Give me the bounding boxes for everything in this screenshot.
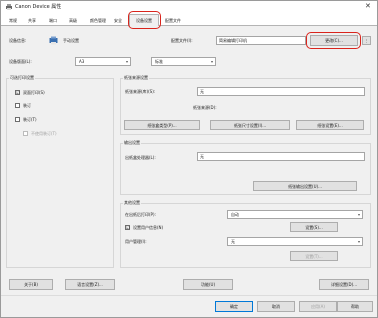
window-title: Canon Device 属性: [15, 4, 62, 10]
paper-source-tray-label: 纸张来源(D):: [193, 105, 217, 110]
duplex-checkbox[interactable]: ☑: [15, 90, 20, 95]
duplex-label: 双面打印(S): [23, 90, 45, 95]
device-size-select[interactable]: A3 ▾: [75, 57, 131, 66]
tab-divider: [1, 25, 377, 26]
other-settings-title: 其他设置: [123, 200, 141, 206]
paper-source-field[interactable]: 无: [197, 87, 365, 96]
paper-settings-button[interactable]: 纸张设置(E)...: [296, 120, 364, 130]
user-management-label: 用户管理(I):: [125, 239, 147, 244]
detailed-settings-button[interactable]: 详细设置(D)...: [319, 279, 369, 290]
chevron-down-icon: ▾: [357, 212, 360, 217]
paper-source-label: 纸张来源(库)(S):: [125, 89, 156, 94]
no-staple-checkbox[interactable]: [23, 131, 28, 136]
chevron-down-icon: ▾: [210, 59, 213, 64]
help-button[interactable]: 帮助: [337, 301, 373, 312]
user-management-value: 无: [231, 239, 235, 244]
user-info-checkbox[interactable]: ☑: [125, 225, 130, 230]
auto-label: 在出纸后打印(P):: [125, 212, 156, 217]
no-staple-label: 不使用装订(T): [31, 131, 57, 136]
cancel-button[interactable]: 取消: [257, 301, 295, 312]
tab-highlight: [128, 11, 161, 29]
tab-ports[interactable]: 端口: [46, 16, 60, 25]
chevron-down-icon: ▾: [125, 59, 128, 64]
tab-general[interactable]: 常规: [6, 16, 20, 25]
printer-icon: [6, 4, 12, 10]
output-tray-field[interactable]: 无: [197, 152, 365, 161]
tray-checkbox[interactable]: [15, 117, 20, 122]
divider: [1, 295, 377, 296]
paper-type-button[interactable]: 纸张盒类型(P)...: [124, 120, 200, 130]
auto-select[interactable]: 自动 ▾: [227, 210, 363, 219]
user-management-select[interactable]: 无 ▾: [227, 237, 363, 246]
profile-menu-button[interactable]: ⋮: [362, 36, 371, 45]
output-settings-title: 输出设置: [123, 140, 141, 146]
device-size-value: A3: [79, 59, 85, 64]
features-button[interactable]: 功能(U): [183, 279, 233, 290]
chevron-down-icon: ▾: [357, 239, 360, 244]
properties-dialog: Canon Device 属性 ✕ 常规 共享 端口 高级 颜色管理 安全 设备…: [0, 0, 378, 318]
ok-button[interactable]: 确定: [215, 301, 253, 312]
apply-button[interactable]: 应用(A): [299, 301, 337, 312]
paper-source-title: 纸张来源设置: [123, 75, 149, 81]
tab-advanced[interactable]: 高级: [66, 16, 80, 25]
tray-label: 装订(T): [23, 117, 37, 122]
device-size-label: 设备版面(L):: [9, 59, 32, 64]
paper-size-button[interactable]: 纸张尺寸设置(I)...: [210, 120, 290, 130]
manual-settings-icon: [49, 36, 58, 45]
device-size2-select[interactable]: 标准 ▾: [151, 57, 216, 66]
profile-label: 配置文件(I):: [171, 38, 193, 43]
tab-profile[interactable]: 配置文件: [161, 16, 185, 25]
user-info-settings-button[interactable]: 设置(S)...: [290, 222, 338, 232]
device-size2-value: 标准: [155, 59, 163, 64]
about-button[interactable]: 关于(B): [9, 279, 53, 290]
tab-color-management[interactable]: 颜色管理: [87, 16, 109, 25]
tab-security[interactable]: 安全: [111, 16, 125, 25]
profile-field[interactable]: 简易编辑打印机: [216, 36, 306, 45]
staple-label: 装订: [23, 103, 31, 108]
device-info-label: 设备信息:: [9, 38, 27, 43]
output-tray-label: 出纸盒处理器(L):: [125, 155, 156, 160]
user-info-label: 设置用户信息(N): [133, 225, 164, 230]
tab-sharing[interactable]: 共享: [25, 16, 39, 25]
output-settings-button[interactable]: 纸张输出设置(U)...: [253, 181, 357, 191]
language-settings-button[interactable]: 语言设置(Z)...: [65, 279, 115, 290]
manual-settings-label: 手动设置: [63, 38, 79, 43]
close-icon[interactable]: ✕: [365, 2, 371, 10]
user-management-settings-button[interactable]: 设置(T)...: [290, 251, 338, 261]
auto-value: 自动: [231, 212, 239, 217]
optional-print-title: 可选打印设置: [9, 75, 35, 81]
staple-checkbox[interactable]: [15, 103, 20, 108]
change-button-highlight: [306, 32, 361, 49]
